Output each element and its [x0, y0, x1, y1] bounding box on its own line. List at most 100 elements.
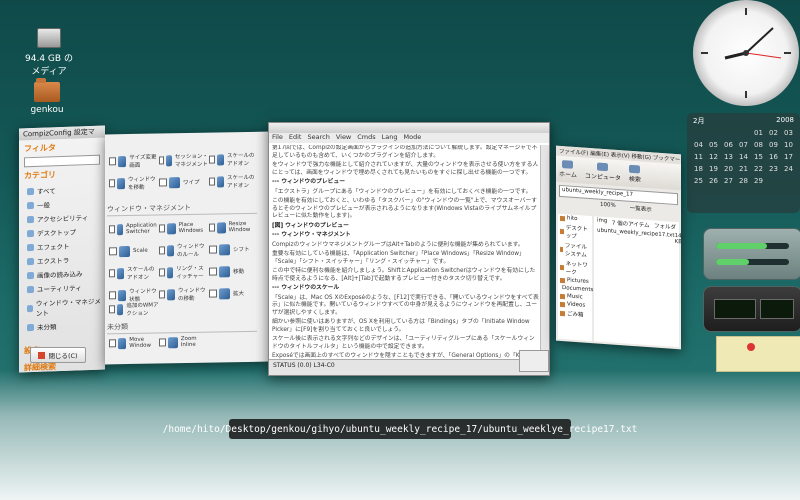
compiz-settings-window[interactable]: CompizConfig 設定マネージャ フィルタ カテゴリ すべて 一般 アクセシ…	[19, 125, 105, 373]
plugin-item[interactable]: スケールのアドオン	[109, 265, 159, 281]
calendar-day[interactable]: 12	[706, 153, 721, 161]
calendar-day[interactable]: 19	[706, 165, 721, 173]
plugin-checkbox[interactable]	[209, 289, 217, 298]
plugin-item[interactable]: 移動	[209, 264, 259, 279]
place-item[interactable]: ファイルシステム	[558, 240, 592, 260]
plugin-item[interactable]: Zoom Inline	[159, 335, 209, 350]
plugin-checkbox[interactable]	[209, 177, 215, 186]
sticky-note[interactable]	[716, 336, 800, 372]
editor-menu-item[interactable]: Search	[307, 133, 329, 141]
compiz-close-button[interactable]: 閉じる(C)	[30, 347, 86, 363]
calendar-day[interactable]: 05	[706, 141, 721, 149]
plugin-item[interactable]: 拡大	[209, 286, 259, 301]
calendar-day[interactable]: 07	[736, 141, 751, 149]
text-editor-window[interactable]: File Edit Search View Cmds Lang Mode 第17回では、Co…	[268, 122, 550, 376]
plugin-item[interactable]: サイズ変更画面	[109, 153, 159, 169]
plugin-checkbox[interactable]	[209, 155, 215, 164]
plugin-checkbox[interactable]	[109, 339, 116, 348]
calendar-day[interactable]: 22	[751, 165, 766, 173]
editor-menu-item[interactable]: Cmds	[357, 133, 375, 141]
calendar-day[interactable]: 18	[691, 165, 706, 173]
category-item[interactable]: 未分類	[19, 317, 105, 334]
calendar-day[interactable]: 23	[766, 165, 781, 173]
plugin-item[interactable]: セッション・マネジメント	[159, 153, 209, 168]
plugin-checkbox[interactable]	[109, 179, 116, 188]
editor-scrollbar[interactable]	[540, 145, 549, 363]
plugin-checkbox[interactable]	[159, 156, 165, 165]
editor-menu-item[interactable]: View	[336, 133, 351, 141]
plugin-checkbox[interactable]	[159, 338, 167, 347]
calendar-day[interactable]: 04	[691, 141, 706, 149]
calendar-day[interactable]: 29	[751, 177, 766, 185]
plugin-checkbox[interactable]	[109, 305, 115, 314]
plugin-checkbox[interactable]	[109, 247, 117, 256]
plugin-item[interactable]: Application Switcher	[109, 221, 159, 236]
calendar-day[interactable]: 28	[736, 177, 751, 185]
plugin-item[interactable]: ワイプ	[159, 175, 209, 190]
plugin-checkbox[interactable]	[109, 269, 115, 278]
file-browser-window[interactable]: ファイル(F) 編集(E) 表示(V) 移動(G) ブックマーク(B) ヘルプ(…	[556, 145, 681, 350]
calendar-day[interactable]: 02	[766, 129, 781, 137]
plugin-checkbox[interactable]	[109, 157, 116, 166]
plugin-checkbox[interactable]	[159, 290, 166, 299]
place-item[interactable]: ごみ箱	[558, 308, 592, 320]
view-mode-select[interactable]: 一覧表示	[630, 204, 652, 214]
small-dialog-window[interactable]	[519, 350, 549, 372]
plugin-checkbox[interactable]	[209, 267, 217, 276]
calendar-day[interactable]: 09	[766, 141, 781, 149]
calendar-day[interactable]: 08	[751, 141, 766, 149]
plugin-item[interactable]: 追加のWMアクション	[109, 301, 159, 317]
plugin-checkbox[interactable]	[159, 246, 165, 255]
calendar-day[interactable]: 13	[721, 153, 736, 161]
plugin-checkbox[interactable]	[159, 224, 166, 233]
drive-desktop-icon[interactable]: 94.4 GB の メディア	[14, 28, 84, 77]
toolbar-button[interactable]: ホーム	[559, 160, 577, 179]
plugin-checkbox[interactable]	[109, 291, 116, 300]
plugin-checkbox[interactable]	[209, 245, 217, 254]
calendar-day[interactable]: 16	[766, 153, 781, 161]
editor-menu-item[interactable]: Lang	[382, 133, 398, 141]
plugin-checkbox[interactable]	[209, 223, 216, 232]
plugin-item[interactable]: スケールのアドオン	[209, 152, 259, 167]
zoom-level[interactable]: 100%	[600, 202, 616, 211]
place-item[interactable]: ネットワーク	[558, 258, 592, 278]
calendar-day[interactable]: 14	[736, 153, 751, 161]
calendar-day[interactable]: 24	[781, 165, 796, 173]
plugin-item[interactable]: リング・スイッチャー	[159, 265, 209, 280]
calendar-day[interactable]: 20	[721, 165, 736, 173]
plugin-item[interactable]: Place Windows	[159, 221, 209, 236]
calendar-gadget[interactable]: 2月 2008 01 02 03 04 05 06 07 08 09 10 11 12 13 14 15 16…	[687, 113, 800, 213]
plugin-checkbox[interactable]	[159, 268, 165, 277]
calendar-day[interactable]: 03	[781, 129, 796, 137]
plugin-item[interactable]: Scale	[109, 243, 159, 258]
editor-menu-item[interactable]: Edit	[289, 133, 302, 141]
category-item[interactable]: ウィンドウ・マネジメント	[19, 293, 105, 320]
genkou-desktop-icon[interactable]: genkou	[12, 78, 82, 115]
editor-menu-item[interactable]: File	[272, 133, 283, 141]
calendar-day[interactable]: 27	[721, 177, 736, 185]
calendar-day[interactable]: 26	[706, 177, 721, 185]
plugin-item[interactable]: スケールのアドオン	[209, 174, 259, 189]
calendar-day[interactable]: 11	[691, 153, 706, 161]
file-row[interactable]: ubuntu_weekly_recipe17.txt14 KB平文テキスト	[594, 226, 681, 282]
calendar-day[interactable]: 01	[751, 129, 766, 137]
calendar-day[interactable]: 06	[721, 141, 736, 149]
editor-text-area[interactable]: 第17回では、Compizの設定画面からプラグインの追加方法について解説します。…	[272, 145, 539, 361]
plugin-item[interactable]: ウィンドウの移動	[159, 287, 209, 302]
plugin-item[interactable]: Move Window	[109, 335, 159, 350]
plugin-checkbox[interactable]	[159, 178, 167, 187]
editor-titlebar[interactable]	[269, 123, 549, 133]
plugin-item[interactable]: ウィンドウのルール	[159, 243, 209, 258]
toolbar-button[interactable]: 検索	[629, 164, 641, 184]
plugin-item[interactable]: シフト	[209, 242, 259, 257]
calendar-day[interactable]: 17	[781, 153, 796, 161]
calendar-day[interactable]: 15	[751, 153, 766, 161]
calendar-day[interactable]: 10	[781, 141, 796, 149]
toolbar-button[interactable]: コンピュータ	[585, 162, 621, 182]
plugin-item[interactable]: Resize Window	[209, 220, 259, 235]
editor-menu-item[interactable]: Mode	[404, 133, 422, 141]
calendar-day[interactable]: 25	[691, 177, 706, 185]
calendar-day[interactable]: 21	[736, 165, 751, 173]
plugin-checkbox[interactable]	[109, 225, 115, 234]
place-item[interactable]: デスクトップ	[558, 222, 592, 242]
